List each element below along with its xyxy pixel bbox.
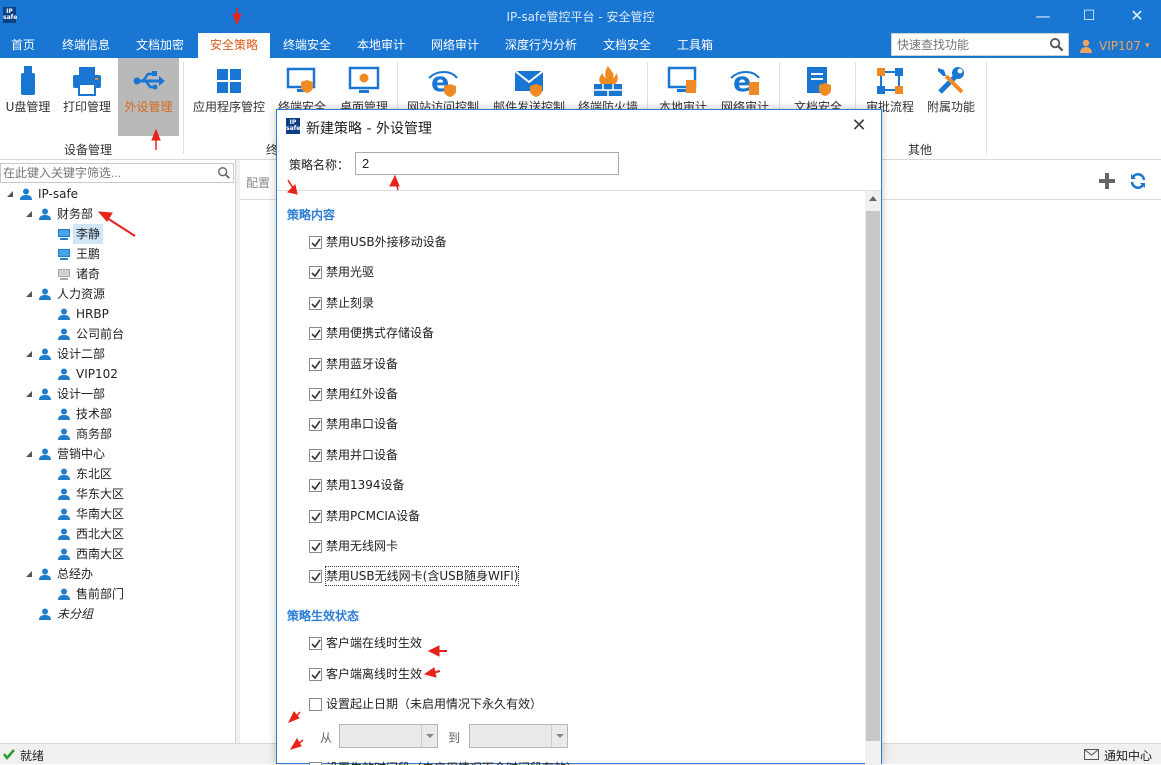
annotation-arrow — [289, 738, 304, 750]
annotation-arrow — [97, 211, 136, 237]
annotation-arrow — [389, 174, 400, 191]
annotation-overlay — [97, 8, 447, 750]
annotation-arrow — [423, 667, 441, 678]
annotation-arrow — [287, 711, 301, 723]
annotation-arrow — [287, 179, 298, 195]
annotation-arrow — [427, 645, 447, 657]
annotation-arrow — [232, 8, 242, 26]
annotation-arrow — [151, 128, 161, 150]
